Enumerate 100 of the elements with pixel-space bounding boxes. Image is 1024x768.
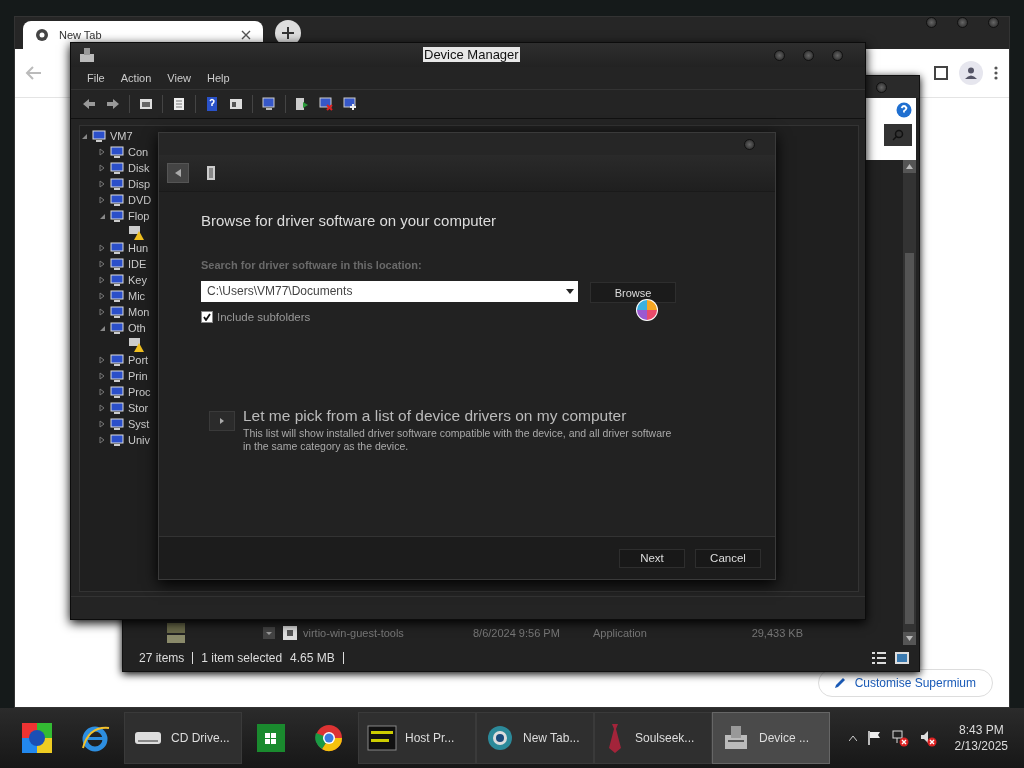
collapsed-arrow-icon[interactable] [98, 196, 106, 204]
option-button[interactable] [209, 411, 235, 431]
taskbar-button[interactable]: Soulseek... [594, 712, 712, 764]
scroll-up-icon[interactable] [906, 164, 913, 169]
store-icon[interactable] [256, 723, 286, 753]
collapsed-arrow-icon[interactable] [98, 388, 106, 396]
device-icon [92, 129, 106, 143]
menu-icon[interactable] [993, 65, 999, 81]
right-arrow-icon [220, 418, 224, 424]
device-icon [110, 417, 124, 431]
close-button[interactable] [744, 138, 755, 150]
menu-item[interactable]: File [79, 70, 113, 86]
profile-avatar[interactable] [959, 61, 983, 85]
start-orb-icon[interactable] [20, 721, 54, 755]
details-view-icon[interactable] [871, 651, 887, 665]
tree-item[interactable]: Disk [128, 162, 150, 174]
tree-item[interactable]: Flop [128, 210, 150, 222]
collapsed-arrow-icon[interactable] [98, 404, 106, 412]
collapsed-arrow-icon[interactable] [98, 372, 106, 380]
caret-icon[interactable] [848, 735, 857, 741]
device-icon [110, 273, 124, 287]
dialog-heading: Browse for driver software on your computer [201, 212, 498, 229]
collapsed-arrow-icon[interactable] [98, 356, 106, 364]
tree-item[interactable]: Syst [128, 418, 150, 430]
folder-icon [167, 623, 185, 633]
thumbnail-view-icon[interactable] [895, 652, 909, 664]
flag-icon[interactable] [866, 730, 881, 746]
back-button[interactable] [167, 163, 189, 183]
close-button[interactable] [988, 17, 999, 28]
collapsed-arrow-icon[interactable] [98, 292, 106, 300]
cancel-button[interactable]: Cancel [695, 548, 761, 568]
warning-device-icon[interactable] [128, 336, 144, 352]
menu-item[interactable]: Action [112, 70, 160, 86]
device-icon [110, 177, 124, 191]
volume-muted-icon[interactable] [918, 729, 937, 747]
expanded-arrow-icon[interactable] [98, 324, 106, 332]
device-icon [110, 369, 124, 383]
tree-item[interactable]: Proc [128, 386, 151, 398]
tree-item[interactable]: Key [128, 274, 147, 286]
option-description: This list will show installed driver software compatible with the device, and all driver software in the same category as the device. [243, 427, 673, 453]
menu-item[interactable]: Help [198, 70, 238, 86]
device-icon [110, 161, 124, 175]
minimize-button[interactable] [774, 49, 785, 61]
tree-item[interactable]: Univ [128, 434, 150, 446]
close-icon[interactable] [241, 30, 251, 40]
collapsed-arrow-icon[interactable] [98, 276, 106, 284]
device-icon [110, 385, 124, 399]
file-type: Application [593, 627, 648, 639]
collapsed-arrow-icon[interactable] [98, 148, 106, 156]
taskbar-button[interactable]: Host Pr... [358, 712, 476, 764]
selection-status: 1 item selected [201, 651, 283, 665]
tree-item[interactable]: Stor [128, 402, 149, 414]
customise-button[interactable]: Customise Supermium [817, 669, 993, 697]
collapsed-arrow-icon[interactable] [98, 164, 106, 172]
taskbar-button[interactable]: CD Drive... [124, 712, 242, 764]
warning-device-icon[interactable] [128, 224, 144, 240]
path-field[interactable]: C:\Users\VM77\Documents [201, 280, 578, 302]
close-button[interactable] [832, 49, 843, 61]
browse-button[interactable]: Browse [590, 282, 676, 303]
network-error-icon[interactable] [890, 729, 909, 747]
menu-item[interactable]: View [159, 70, 199, 86]
device-icon [110, 305, 124, 319]
next-button[interactable]: Next [619, 548, 685, 568]
tree-item[interactable]: Port [128, 354, 149, 366]
tree-item[interactable]: IDE [128, 258, 147, 270]
checkbox-label: Include subfolders [217, 311, 311, 323]
checkbox[interactable] [201, 311, 213, 323]
tree-item[interactable]: VM7 [110, 130, 133, 142]
taskbar-button[interactable]: New Tab... [476, 712, 594, 764]
tree-item[interactable]: Mon [128, 306, 150, 318]
taskbar-button[interactable]: Device ... [712, 712, 830, 764]
scroll-down-icon[interactable] [906, 636, 913, 641]
dropdown-arrow-icon[interactable] [566, 288, 574, 294]
collapsed-arrow-icon[interactable] [98, 244, 106, 252]
file-name[interactable]: virtio-win-guest-tools [303, 627, 404, 639]
tree-item[interactable]: Disp [128, 178, 150, 190]
tree-item[interactable]: Hun [128, 242, 149, 254]
collapsed-arrow-icon[interactable] [98, 436, 106, 444]
collapsed-arrow-icon[interactable] [98, 260, 106, 268]
option-title[interactable]: Let me pick from a list of device drivers on my computer [243, 407, 673, 425]
maximize-button[interactable] [957, 17, 968, 28]
collapsed-arrow-icon[interactable] [98, 308, 106, 316]
chrome-icon[interactable] [314, 723, 344, 753]
tree-item[interactable]: Con [128, 146, 149, 158]
maximize-button[interactable] [876, 81, 887, 93]
scrollbar[interactable] [903, 160, 916, 645]
collapsed-arrow-icon[interactable] [98, 180, 106, 188]
minimize-button[interactable] [926, 17, 937, 28]
clock[interactable]: 8:43 PM 2/13/2025 [954, 722, 1008, 754]
expanded-arrow-icon[interactable] [80, 132, 88, 140]
tree-item[interactable]: Oth [128, 322, 146, 334]
tree-item[interactable]: Prin [128, 370, 148, 382]
collapsed-arrow-icon[interactable] [98, 420, 106, 428]
tree-item[interactable]: DVD [128, 194, 152, 206]
maximize-button[interactable] [803, 49, 814, 61]
help-icon[interactable] [896, 102, 912, 118]
expand-button[interactable] [263, 627, 275, 639]
expanded-arrow-icon[interactable] [98, 212, 106, 220]
sidebar-icon[interactable] [933, 65, 949, 81]
tree-item[interactable]: Mic [128, 290, 146, 302]
